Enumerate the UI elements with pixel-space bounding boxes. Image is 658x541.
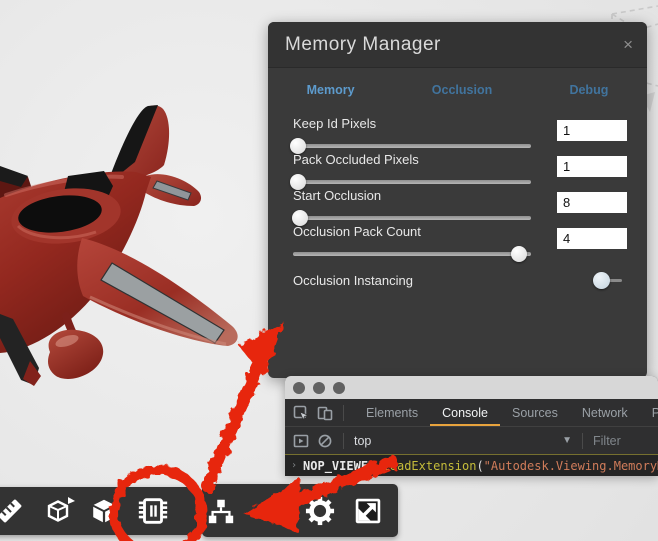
- start-occlusion-input[interactable]: [557, 192, 627, 213]
- inspect-element-icon[interactable]: [293, 405, 309, 421]
- panel-titlebar[interactable]: Memory Manager ×: [268, 22, 647, 68]
- console-token-method: loadExtension: [382, 458, 477, 473]
- tab-elements[interactable]: Elements: [354, 399, 430, 426]
- console-token-string: "Autodesk.Viewing.MemoryManag: [483, 458, 658, 473]
- devtools-titlebar[interactable]: [285, 376, 658, 399]
- clear-console-icon[interactable]: [317, 433, 333, 449]
- slider-label: Start Occlusion: [293, 188, 382, 203]
- divider: [582, 432, 583, 449]
- occlusion-instancing-toggle[interactable]: [593, 272, 623, 289]
- console-input-line[interactable]: › NOP_VIEWER. loadExtension("Autodesk.Vie…: [285, 454, 658, 476]
- divider: [343, 432, 344, 449]
- viewer-toolbar-right: [202, 484, 398, 537]
- slider-rail[interactable]: [293, 252, 531, 256]
- slider-thumb[interactable]: [511, 246, 528, 262]
- fullscreen-icon[interactable]: [351, 494, 385, 528]
- traffic-light-zoom-icon[interactable]: [333, 381, 345, 394]
- devtools-window: Elements Console Sources Network Perform…: [285, 376, 658, 476]
- console-prompt: ›: [291, 460, 298, 471]
- tab-occlusion[interactable]: Occlusion: [432, 83, 492, 97]
- slider-start-occlusion: Start Occlusion: [292, 188, 531, 226]
- divider: [343, 404, 344, 421]
- tab-sources[interactable]: Sources: [500, 399, 570, 426]
- slider-label: Pack Occluded Pixels: [293, 152, 419, 167]
- viewer-toolbar-left: [0, 487, 198, 535]
- traffic-light-close-icon[interactable]: [293, 381, 305, 394]
- slider-rail[interactable]: [293, 216, 531, 220]
- tab-memory[interactable]: Memory: [307, 83, 355, 97]
- close-icon[interactable]: ×: [623, 36, 633, 53]
- slider[interactable]: [293, 246, 531, 262]
- device-toolbar-icon[interactable]: [317, 405, 333, 421]
- panel-tabs: Memory Occlusion Debug: [268, 70, 647, 110]
- slider-label: Keep Id Pixels: [293, 116, 377, 131]
- cube-icon[interactable]: [87, 494, 121, 528]
- filter-input[interactable]: Filter: [593, 434, 621, 448]
- console-token-dot: .: [375, 458, 383, 473]
- toggle-label: Occlusion Instancing: [293, 273, 413, 288]
- viewer-window: Memory Manager × Memory Occlusion Debug …: [0, 0, 658, 541]
- occlusion-pack-count-input[interactable]: [557, 228, 627, 249]
- hierarchy-icon[interactable]: [204, 494, 238, 528]
- slider-occlusion-pack-count: Occlusion Pack Count: [293, 224, 531, 262]
- toggle-knob[interactable]: [593, 272, 610, 289]
- console-token-object: NOP_VIEWER: [303, 458, 376, 473]
- slider-keep-id-pixels: Keep Id Pixels: [289, 116, 531, 154]
- tab-console[interactable]: Console: [430, 399, 500, 426]
- console-sidebar-icon[interactable]: [293, 433, 309, 449]
- chevron-down-icon: ▼: [562, 435, 572, 446]
- pack-occluded-pixels-input[interactable]: [557, 156, 627, 177]
- slider-rail[interactable]: [293, 144, 531, 148]
- devtools-console-toolbar: top ▼ Filter: [285, 427, 658, 454]
- tab-debug[interactable]: Debug: [569, 83, 608, 97]
- memory-manager-panel: Memory Manager × Memory Occlusion Debug …: [268, 22, 647, 378]
- slider-rail[interactable]: [293, 180, 531, 184]
- context-dropdown[interactable]: top ▼: [354, 434, 572, 448]
- slider-pack-occluded-pixels: Pack Occluded Pixels: [289, 152, 531, 190]
- slider-label: Occlusion Pack Count: [293, 224, 421, 239]
- traffic-light-minimize-icon[interactable]: [313, 381, 325, 394]
- settings-gear-icon[interactable]: [303, 494, 337, 528]
- context-dropdown-value: top: [354, 433, 372, 448]
- explode-icon[interactable]: [44, 494, 78, 528]
- tab-network[interactable]: Network: [570, 399, 640, 426]
- occlusion-instancing-row: Occlusion Instancing: [293, 272, 623, 289]
- keep-id-pixels-input[interactable]: [557, 120, 627, 141]
- memory-chip-icon[interactable]: [136, 494, 170, 528]
- console-token-paren: (: [476, 458, 484, 473]
- tab-performance[interactable]: Perform: [640, 399, 658, 426]
- devtools-tabbar: Elements Console Sources Network Perform: [285, 399, 658, 427]
- ruler-icon[interactable]: [0, 494, 27, 528]
- panel-title: Memory Manager: [285, 33, 441, 55]
